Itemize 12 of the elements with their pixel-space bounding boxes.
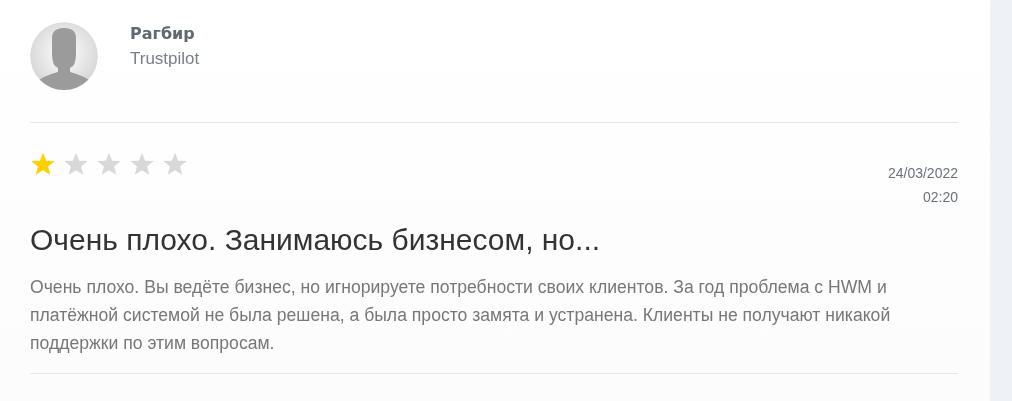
review-source: Trustpilot [130, 49, 200, 69]
review-text: Очень плохо. Вы ведёте бизнес, но игнорируете потребности своих клиентов. За год проблема с HWM и платёжной системой не была решена, а была просто замята и устранена. Клиенты не получают никакой поддержки по этим вопросам. [30, 276, 892, 355]
star-icon [30, 151, 56, 177]
author-name: Рагбир [130, 24, 196, 43]
review-date: 24/03/2022 [887, 164, 958, 183]
avatar-icon [30, 22, 98, 90]
review-title: Очень плохо. Занимаюсь бизнесом, но... [30, 223, 602, 257]
review-time: 02:20 [922, 188, 958, 207]
star-icon [162, 151, 188, 177]
star-icon [96, 151, 122, 177]
star-icon [63, 151, 89, 177]
star-icon [129, 151, 155, 177]
